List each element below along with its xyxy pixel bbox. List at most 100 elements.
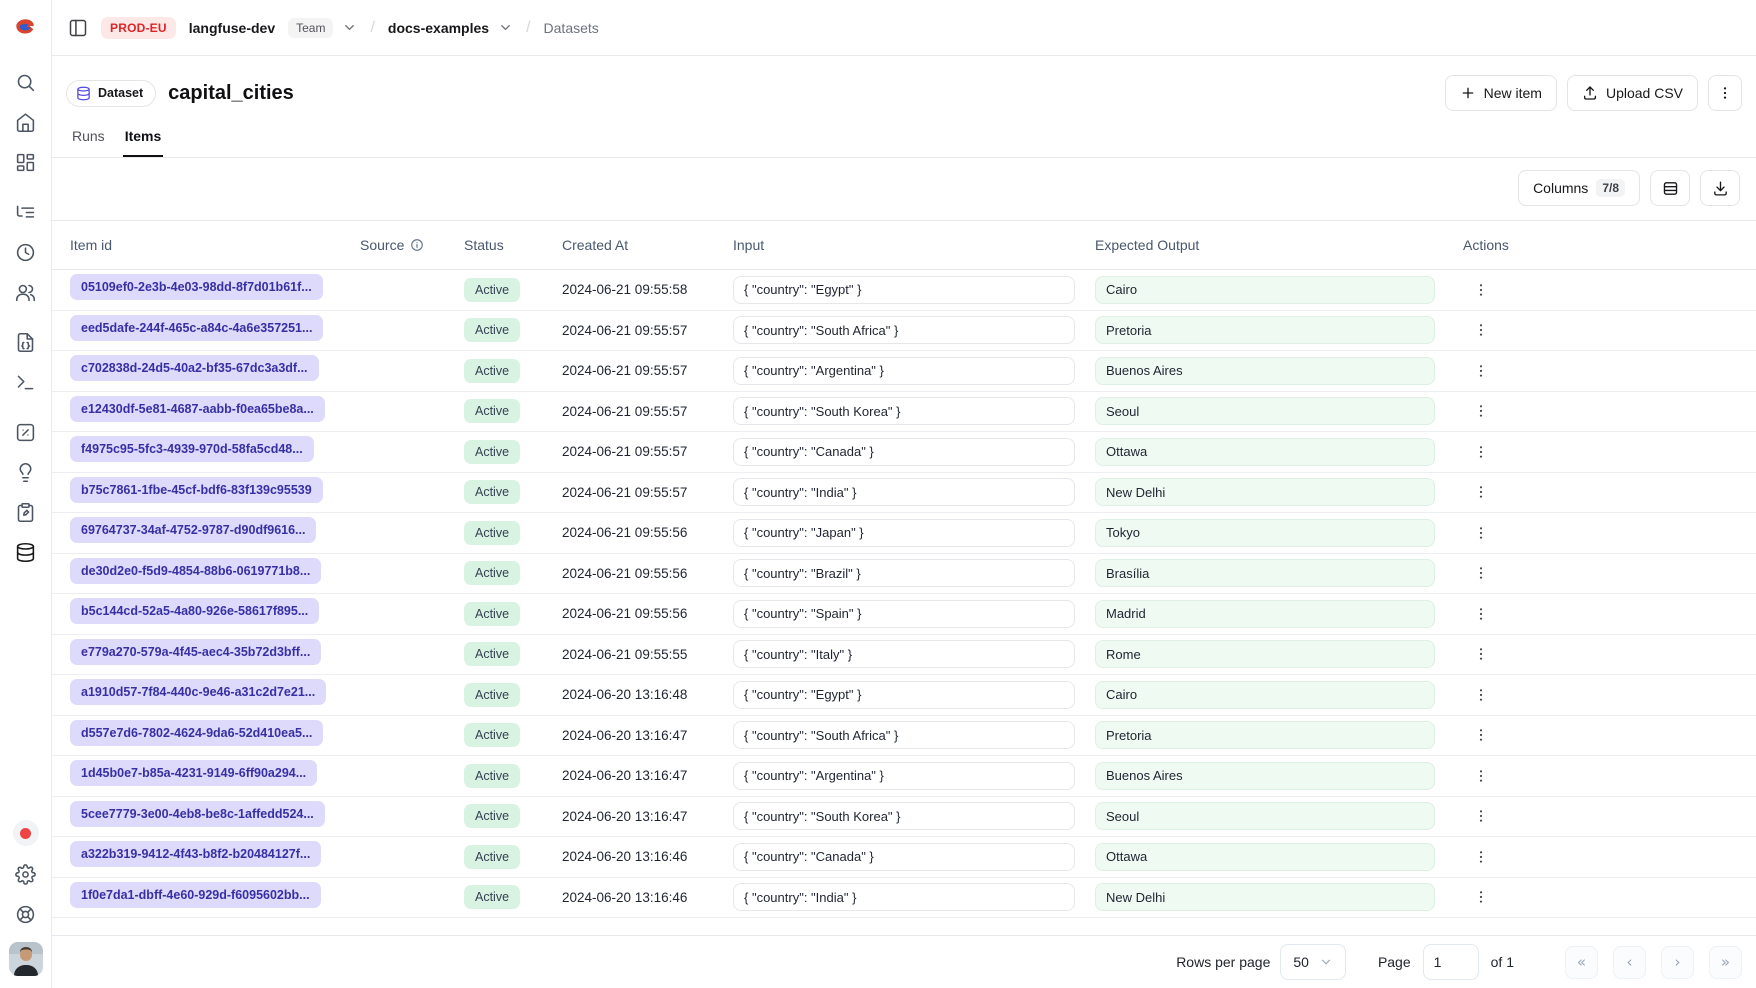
prompts-icon[interactable] [14, 330, 38, 354]
input-cell[interactable]: { "country": "South Korea" } [733, 397, 1075, 425]
first-page-button[interactable]: « [1565, 946, 1598, 979]
page-number-input[interactable] [1423, 944, 1479, 980]
input-cell[interactable]: { "country": "Egypt" } [733, 681, 1075, 709]
expected-output-cell[interactable]: Brasília [1095, 559, 1435, 587]
expected-output-cell[interactable]: Ottawa [1095, 843, 1435, 871]
item-id-link[interactable]: c702838d-24d5-40a2-bf35-67dc3a3df... [70, 355, 319, 381]
row-actions-kebab-icon[interactable] [1469, 440, 1493, 464]
tab-runs[interactable]: Runs [70, 118, 107, 157]
item-id-link[interactable]: 1d45b0e7-b85a-4231-9149-6ff90a294... [70, 760, 317, 786]
input-cell[interactable]: { "country": "Canada" } [733, 438, 1075, 466]
item-id-link[interactable]: 5cee7779-3e00-4eb8-be8c-1affedd524... [70, 801, 325, 827]
settings-gear-icon[interactable] [14, 862, 38, 886]
row-actions-kebab-icon[interactable] [1469, 602, 1493, 626]
expected-output-cell[interactable]: Seoul [1095, 802, 1435, 830]
item-id-link[interactable]: de30d2e0-f5d9-4854-88b6-0619771b8... [70, 558, 321, 584]
expected-output-cell[interactable]: Seoul [1095, 397, 1435, 425]
row-actions-kebab-icon[interactable] [1469, 723, 1493, 747]
tracing-icon[interactable] [14, 200, 38, 224]
input-cell[interactable]: { "country": "Brazil" } [733, 559, 1075, 587]
row-actions-kebab-icon[interactable] [1469, 278, 1493, 302]
column-header-created-at[interactable]: Created At [556, 237, 727, 253]
project-chevron-down-icon[interactable] [498, 20, 513, 35]
input-cell[interactable]: { "country": "South Korea" } [733, 802, 1075, 830]
item-id-link[interactable]: 69764737-34af-4752-9787-d90df9616... [70, 517, 316, 543]
column-header-input[interactable]: Input [727, 237, 1089, 253]
expected-output-cell[interactable]: Rome [1095, 640, 1435, 668]
item-id-link[interactable]: d557e7d6-7802-4624-9da6-52d410ea5... [70, 720, 323, 746]
item-id-link[interactable]: e12430df-5e81-4687-aabb-f0ea65be8a... [70, 396, 325, 422]
expected-output-cell[interactable]: Cairo [1095, 276, 1435, 304]
sessions-icon[interactable] [14, 240, 38, 264]
item-id-link[interactable]: 05109ef0-2e3b-4e03-98dd-8f7d01b61f... [70, 274, 323, 300]
export-download-button[interactable] [1700, 170, 1740, 206]
row-actions-kebab-icon[interactable] [1469, 399, 1493, 423]
item-id-link[interactable]: a1910d57-7f84-440c-9e46-a31c2d7e21... [70, 679, 326, 705]
input-cell[interactable]: { "country": "India" } [733, 478, 1075, 506]
row-actions-kebab-icon[interactable] [1469, 480, 1493, 504]
next-page-button[interactable]: › [1661, 946, 1694, 979]
expected-output-cell[interactable]: Cairo [1095, 681, 1435, 709]
previous-page-button[interactable]: ‹ [1613, 946, 1646, 979]
expected-output-cell[interactable]: Buenos Aires [1095, 762, 1435, 790]
item-id-link[interactable]: a322b319-9412-4f43-b8f2-b20484127f... [70, 841, 321, 867]
expected-output-cell[interactable]: New Delhi [1095, 478, 1435, 506]
expected-output-cell[interactable]: Pretoria [1095, 316, 1435, 344]
input-cell[interactable]: { "country": "South Africa" } [733, 721, 1075, 749]
input-cell[interactable]: { "country": "South Africa" } [733, 316, 1075, 344]
recording-indicator-icon[interactable] [13, 820, 39, 846]
column-header-status[interactable]: Status [458, 237, 556, 253]
sidebar-toggle-icon[interactable] [68, 18, 88, 38]
input-cell[interactable]: { "country": "Argentina" } [733, 762, 1075, 790]
column-header-expected-output[interactable]: Expected Output [1089, 237, 1449, 253]
item-id-link[interactable]: eed5dafe-244f-465c-a84c-4a6e357251... [70, 315, 323, 341]
row-actions-kebab-icon[interactable] [1469, 885, 1493, 909]
row-height-button[interactable] [1650, 170, 1690, 206]
page-more-actions-button[interactable] [1708, 75, 1742, 111]
breadcrumb-section[interactable]: Datasets [544, 20, 599, 36]
column-header-source[interactable]: Source [354, 237, 458, 253]
datasets-icon[interactable] [14, 540, 38, 564]
expected-output-cell[interactable]: Pretoria [1095, 721, 1435, 749]
home-icon[interactable] [14, 110, 38, 134]
row-actions-kebab-icon[interactable] [1469, 845, 1493, 869]
users-icon[interactable] [14, 280, 38, 304]
org-chevron-down-icon[interactable] [342, 20, 357, 35]
upload-csv-button[interactable]: Upload CSV [1567, 75, 1698, 111]
row-actions-kebab-icon[interactable] [1469, 318, 1493, 342]
columns-button[interactable]: Columns 7/8 [1518, 170, 1640, 206]
expected-output-cell[interactable]: Buenos Aires [1095, 357, 1435, 385]
expected-output-cell[interactable]: New Delhi [1095, 883, 1435, 911]
input-cell[interactable]: { "country": "Egypt" } [733, 276, 1075, 304]
row-actions-kebab-icon[interactable] [1469, 764, 1493, 788]
project-name[interactable]: docs-examples [388, 20, 489, 36]
row-actions-kebab-icon[interactable] [1469, 521, 1493, 545]
input-cell[interactable]: { "country": "Italy" } [733, 640, 1075, 668]
input-cell[interactable]: { "country": "Japan" } [733, 519, 1075, 547]
item-id-link[interactable]: b75c7861-1fbe-45cf-bdf6-83f139c95539 [70, 477, 323, 503]
user-avatar[interactable] [9, 942, 43, 976]
dashboards-icon[interactable] [14, 150, 38, 174]
expected-output-cell[interactable]: Tokyo [1095, 519, 1435, 547]
row-actions-kebab-icon[interactable] [1469, 804, 1493, 828]
input-cell[interactable]: { "country": "Spain" } [733, 600, 1075, 628]
org-name[interactable]: langfuse-dev [189, 20, 275, 36]
support-lifebuoy-icon[interactable] [14, 902, 38, 926]
last-page-button[interactable]: » [1709, 946, 1742, 979]
lightbulb-icon[interactable] [14, 460, 38, 484]
input-cell[interactable]: { "country": "India" } [733, 883, 1075, 911]
new-item-button[interactable]: New item [1445, 75, 1557, 111]
expected-output-cell[interactable]: Madrid [1095, 600, 1435, 628]
input-cell[interactable]: { "country": "Argentina" } [733, 357, 1075, 385]
column-header-item-id[interactable]: Item id [64, 237, 354, 253]
item-id-link[interactable]: b5c144cd-52a5-4a80-926e-58617f895... [70, 598, 319, 624]
expected-output-cell[interactable]: Ottawa [1095, 438, 1435, 466]
row-actions-kebab-icon[interactable] [1469, 561, 1493, 585]
evaluation-icon[interactable] [14, 420, 38, 444]
tab-items[interactable]: Items [123, 118, 164, 157]
search-icon[interactable] [14, 70, 38, 94]
rows-per-page-select[interactable]: 50 [1280, 944, 1346, 980]
item-id-link[interactable]: 1f0e7da1-dbff-4e60-929d-f6095602bb... [70, 882, 321, 908]
playground-icon[interactable] [14, 370, 38, 394]
input-cell[interactable]: { "country": "Canada" } [733, 843, 1075, 871]
